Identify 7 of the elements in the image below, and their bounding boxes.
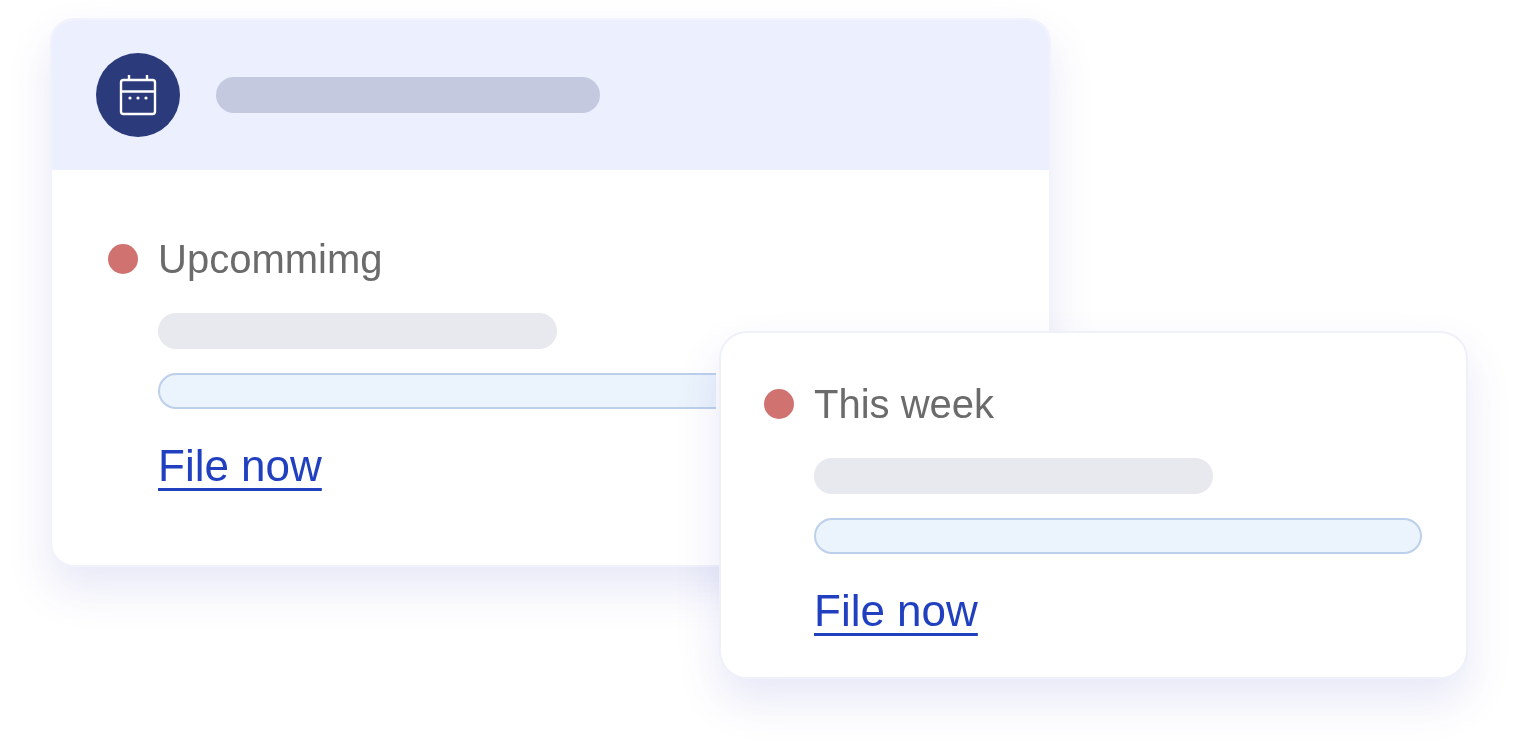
input-field[interactable] — [814, 518, 1422, 554]
status-label: Upcommimg — [158, 236, 383, 283]
calendar-icon — [96, 53, 180, 137]
file-now-link[interactable]: File now — [814, 586, 978, 636]
input-field[interactable] — [158, 373, 716, 409]
status-label: This week — [814, 381, 995, 428]
file-now-link[interactable]: File now — [158, 441, 322, 491]
